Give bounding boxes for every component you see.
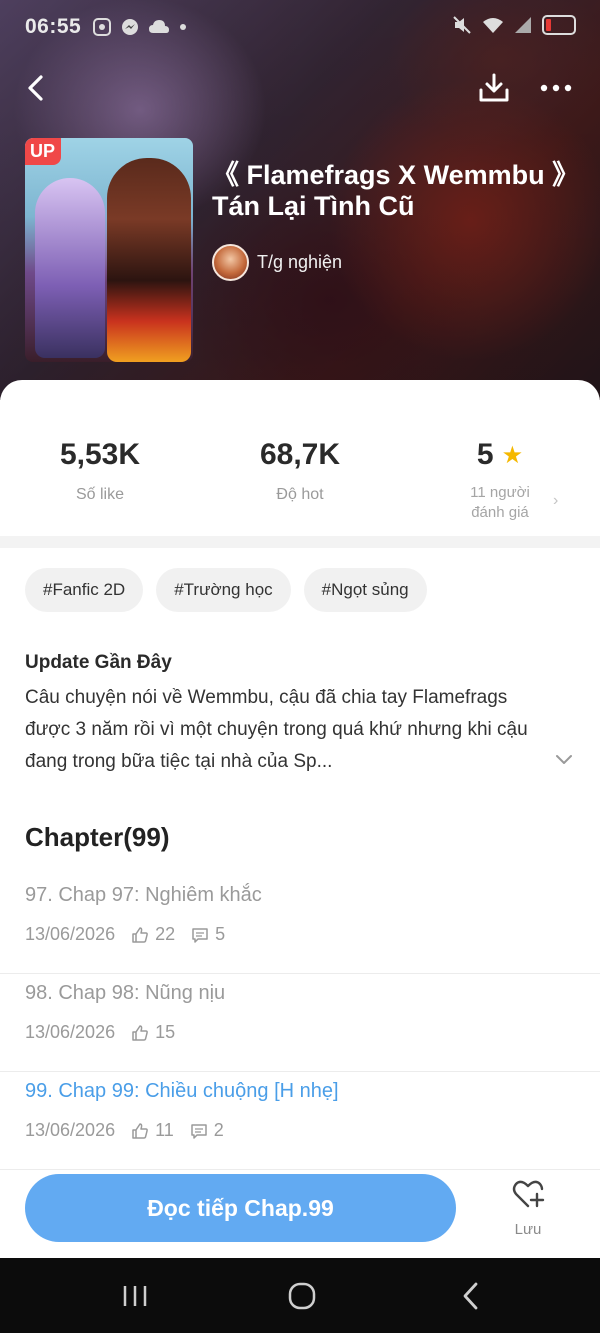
hot-label: Độ hot bbox=[276, 486, 324, 503]
stat-hot: 68,7K Độ hot bbox=[200, 438, 400, 504]
screenshot-icon bbox=[93, 18, 111, 36]
stat-likes: 5,53K Số like bbox=[0, 438, 200, 504]
chapter-name[interactable]: 98. Chap 98: Nũng nịu bbox=[25, 982, 225, 1005]
cover-image: UP bbox=[25, 138, 193, 362]
chapter-comment-count: 5 bbox=[215, 924, 226, 944]
mute-icon bbox=[453, 16, 471, 34]
content-panel: 5,53K Số like 68,7K Độ hot 5 ★ 11 người … bbox=[0, 380, 600, 1258]
chapter-meta: 13/06/2026 11 2 bbox=[25, 1120, 224, 1141]
rating-label[interactable]: 11 người đánh giá bbox=[460, 483, 540, 523]
home-icon[interactable] bbox=[282, 1278, 322, 1314]
comment-icon bbox=[191, 1123, 207, 1139]
stat-rating[interactable]: 5 ★ bbox=[400, 438, 600, 472]
battery-level bbox=[546, 19, 551, 31]
chapter-comments: 2 bbox=[190, 1120, 224, 1141]
thumbs-up-icon bbox=[132, 926, 148, 943]
chapter-item[interactable]: 97. Chap 97: Nghiêm khắc 13/06/2026 22 5 bbox=[0, 876, 600, 974]
download-button[interactable] bbox=[476, 70, 512, 106]
chapter-name[interactable]: 99. Chap 99: Chiều chuộng [H nhẹ] bbox=[25, 1080, 339, 1103]
author-name[interactable]: T/g nghiện bbox=[257, 252, 342, 273]
status-icons-left bbox=[92, 17, 188, 37]
chapter-item[interactable]: 98. Chap 98: Nũng nịu 13/06/2026 15 bbox=[0, 974, 600, 1072]
thumbs-up-icon bbox=[132, 1122, 148, 1139]
continue-reading-button[interactable]: Đọc tiếp Chap.99 bbox=[25, 1174, 456, 1242]
chapter-likes: 15 bbox=[131, 1022, 175, 1043]
likes-label: Số like bbox=[75, 486, 125, 503]
story-description[interactable]: Câu chuyện nói về Wemmbu, cậu đã chia ta… bbox=[25, 682, 555, 778]
more-options-button[interactable] bbox=[536, 70, 576, 106]
back-button[interactable] bbox=[20, 70, 56, 106]
chapter-list-heading: Chapter(99) bbox=[25, 822, 170, 852]
chapter-item-current[interactable]: 99. Chap 99: Chiều chuộng [H nhẹ] 13/06/… bbox=[0, 1072, 600, 1170]
tag-list: #Fanfic 2D #Trường học #Ngọt sủng bbox=[25, 568, 427, 612]
chapter-like-count: 15 bbox=[155, 1022, 176, 1042]
status-time: 06:55 bbox=[25, 15, 82, 38]
row-divider bbox=[0, 1169, 600, 1170]
thumbs-up-icon bbox=[132, 1024, 148, 1041]
chapter-date: 13/06/2026 bbox=[25, 1022, 116, 1042]
tag-truong-hoc[interactable]: #Trường học bbox=[156, 568, 291, 612]
up-badge: UP bbox=[25, 138, 62, 165]
chapter-meta: 13/06/2026 15 bbox=[25, 1022, 175, 1043]
download-icon bbox=[479, 73, 509, 102]
cloud-icon bbox=[149, 20, 169, 33]
chapter-like-count: 11 bbox=[155, 1120, 174, 1140]
chapter-likes: 11 bbox=[131, 1120, 174, 1141]
dot-icon bbox=[180, 24, 186, 30]
system-nav-bar bbox=[0, 1258, 600, 1333]
more-dots-icon bbox=[540, 84, 572, 92]
messenger-icon bbox=[122, 19, 138, 35]
star-icon: ★ bbox=[501, 441, 524, 469]
comment-icon bbox=[192, 927, 208, 943]
chapter-comments: 5 bbox=[191, 924, 225, 945]
cover-figure-right bbox=[107, 158, 191, 362]
chevron-down-icon[interactable] bbox=[554, 752, 574, 768]
chapter-name[interactable]: 97. Chap 97: Nghiêm khắc bbox=[25, 884, 262, 907]
tag-ngot-sung[interactable]: #Ngọt sủng bbox=[303, 568, 427, 612]
status-bar: 06:55 bbox=[0, 0, 600, 54]
save-button[interactable]: Lưu bbox=[498, 1178, 558, 1240]
cover-figure-left bbox=[35, 178, 105, 358]
avatar[interactable] bbox=[212, 244, 249, 281]
update-heading: Update Gần Đây bbox=[25, 652, 172, 673]
chapter-comment-count: 2 bbox=[213, 1120, 224, 1140]
tag-fanfic-2d[interactable]: #Fanfic 2D bbox=[25, 568, 144, 612]
likes-value: 5,53K bbox=[59, 438, 141, 471]
wifi-icon bbox=[483, 18, 503, 33]
battery-icon bbox=[542, 15, 576, 35]
status-icons-right bbox=[452, 15, 576, 35]
chapter-like-count: 22 bbox=[155, 924, 176, 944]
chapter-date: 13/06/2026 bbox=[25, 924, 116, 944]
back-nav-icon[interactable] bbox=[452, 1278, 492, 1314]
chapter-date: 13/06/2026 bbox=[25, 1120, 116, 1140]
chapter-meta: 13/06/2026 22 5 bbox=[25, 924, 225, 945]
rating-value: 5 bbox=[476, 438, 494, 471]
heart-plus-icon bbox=[512, 1180, 545, 1208]
stats-row: 5,53K Số like 68,7K Độ hot 5 ★ 11 người … bbox=[0, 380, 600, 536]
hot-value: 68,7K bbox=[259, 438, 341, 471]
story-title: 《 Flamefrags X Wemmbu 》Tán Lại Tình Cũ bbox=[212, 160, 580, 221]
section-divider bbox=[0, 536, 600, 548]
recent-apps-icon[interactable] bbox=[115, 1278, 155, 1314]
save-label: Lưu bbox=[514, 1221, 542, 1238]
signal-icon bbox=[515, 17, 531, 33]
chevron-right-icon[interactable]: › bbox=[553, 492, 558, 510]
chevron-left-icon bbox=[28, 75, 43, 101]
author[interactable]: T/g nghiện bbox=[212, 244, 342, 281]
top-nav bbox=[0, 66, 600, 110]
chapter-likes: 22 bbox=[131, 924, 175, 945]
